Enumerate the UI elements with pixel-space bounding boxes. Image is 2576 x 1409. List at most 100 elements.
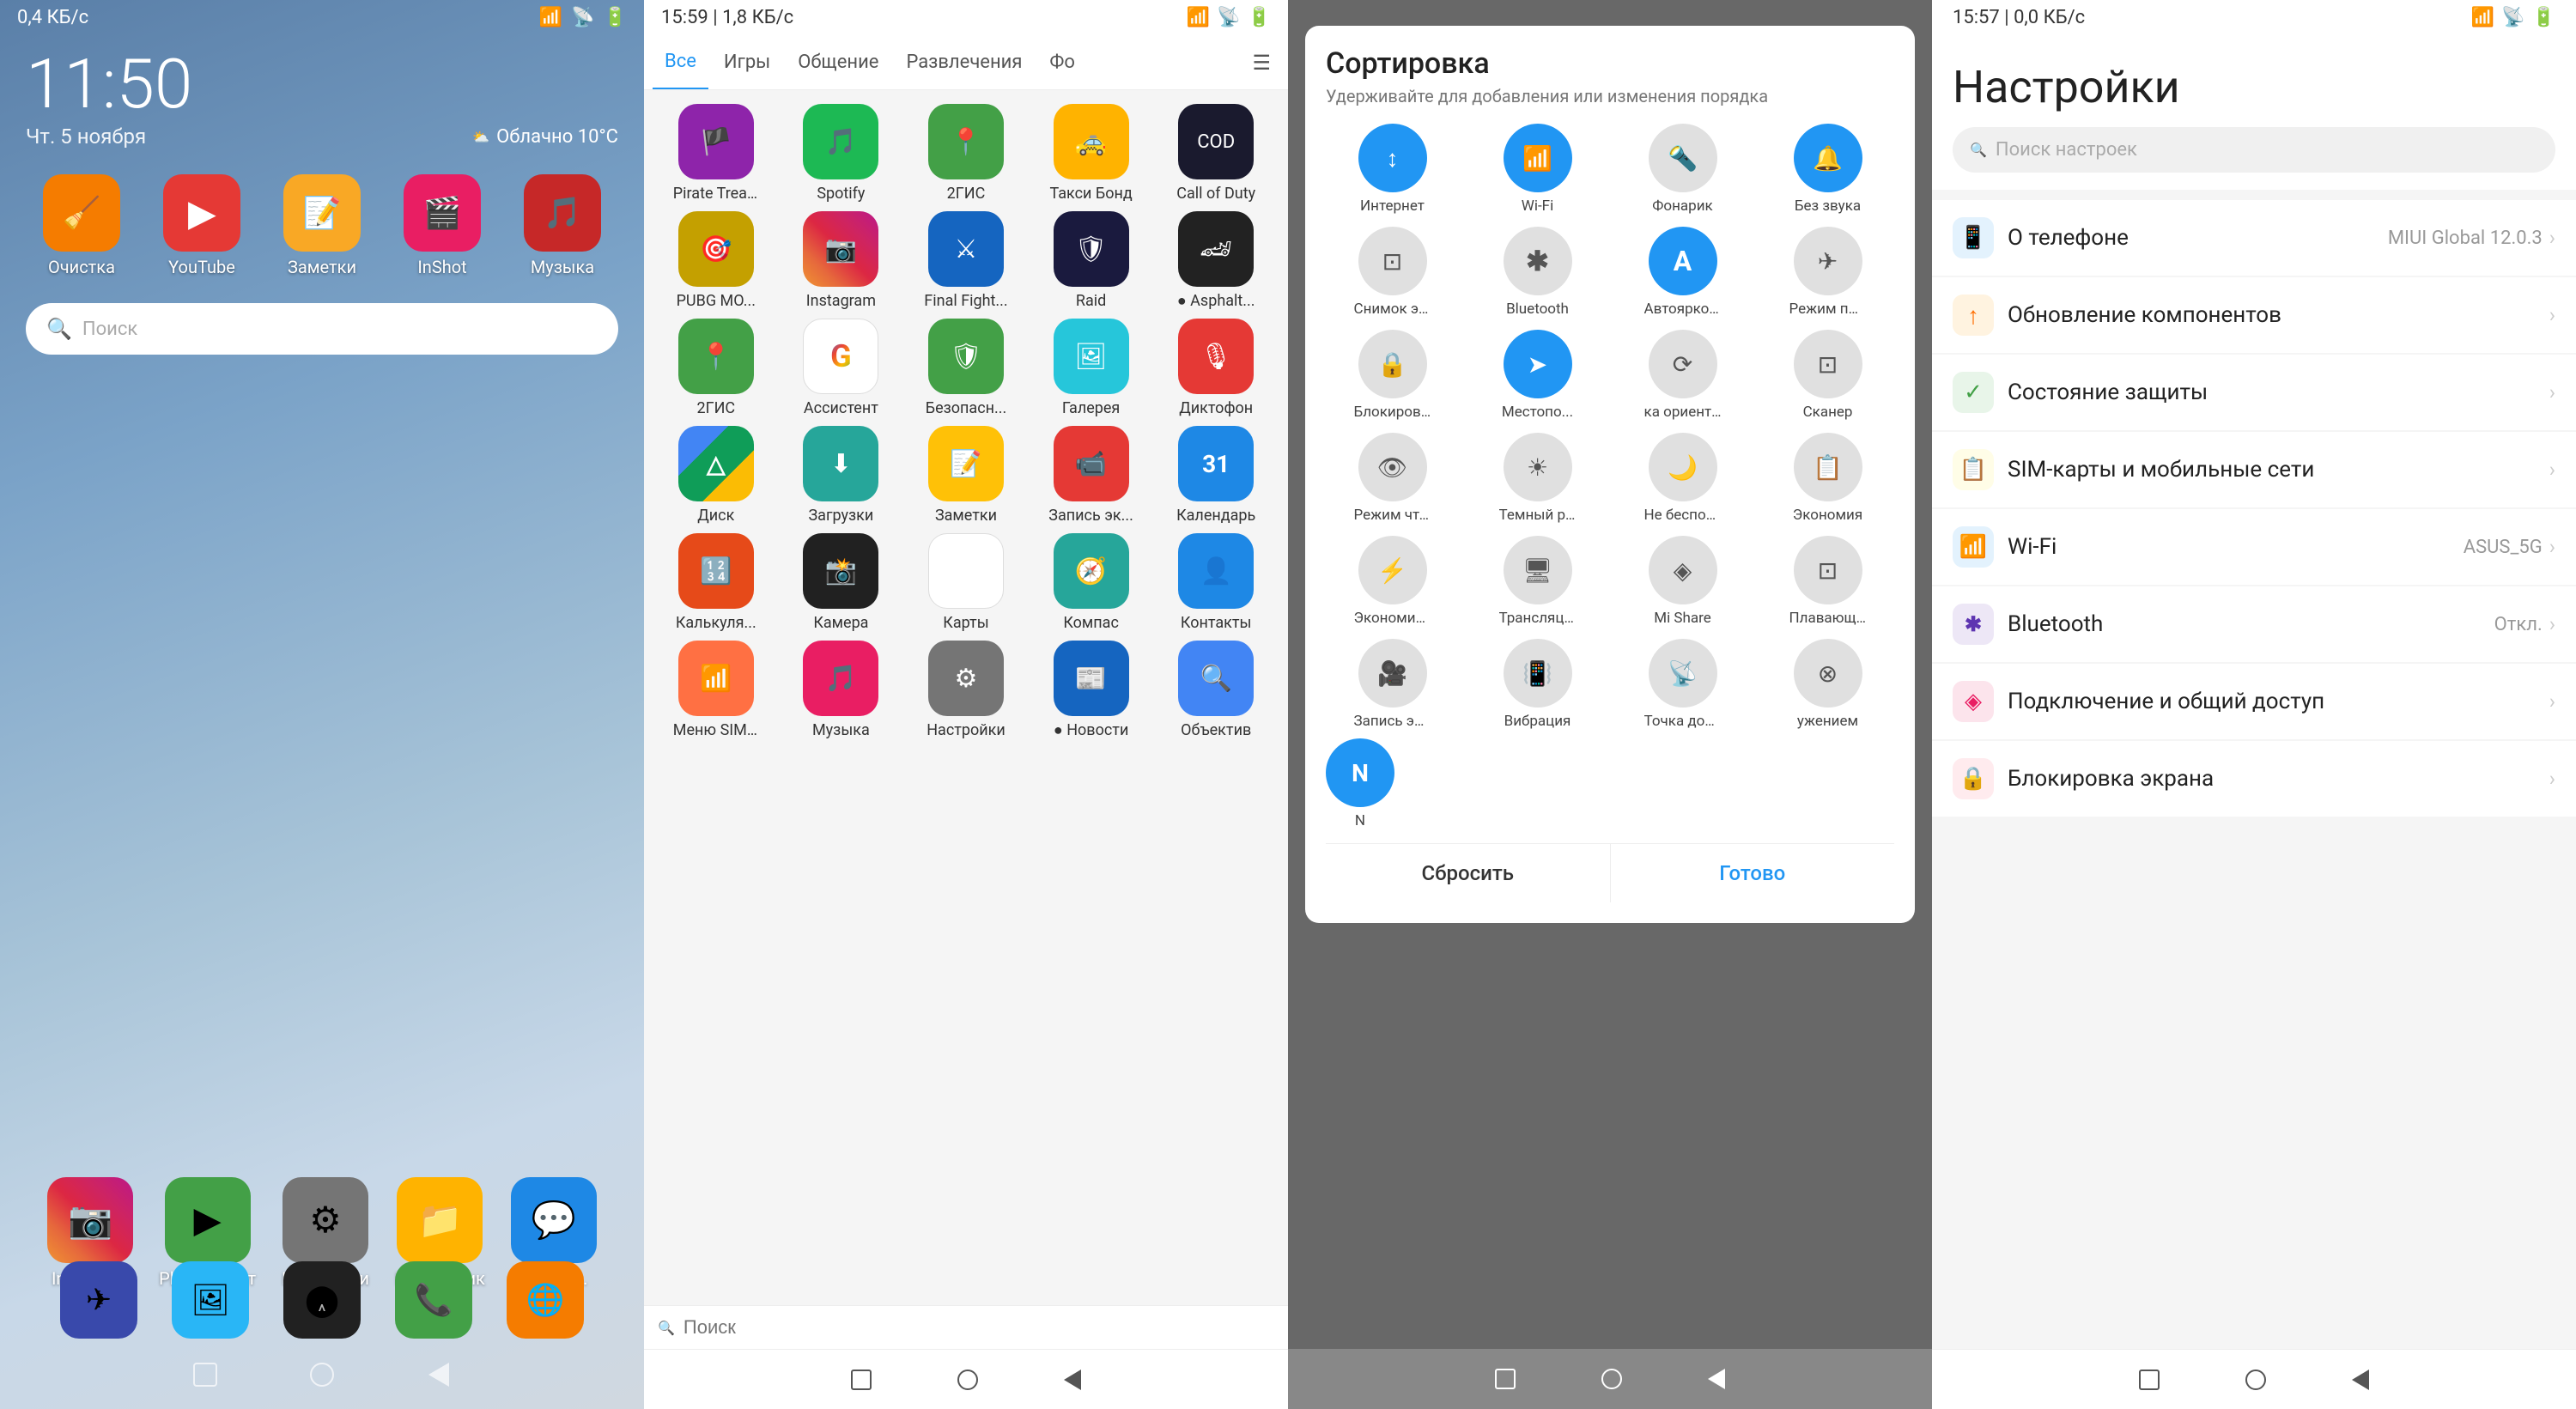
qs-nfc[interactable]: N N xyxy=(1326,738,1394,829)
qs-mute[interactable]: 🔔 Без звука xyxy=(1761,124,1894,215)
qs-internet[interactable]: ↕ Интернет xyxy=(1326,124,1459,215)
drawer-search[interactable]: 🔍 xyxy=(644,1305,1288,1349)
list-item[interactable]: △ Диск xyxy=(658,426,775,525)
tab-entertainment[interactable]: Развлечения xyxy=(894,36,1034,88)
list-item[interactable]: COD Call of Duty xyxy=(1157,104,1274,203)
list-item[interactable]: ⬇ Загрузки xyxy=(783,426,900,525)
list-item[interactable]: 🖼 Галерея xyxy=(1033,319,1150,417)
qs-reading[interactable]: 👁 Режим чтения xyxy=(1326,433,1459,524)
list-item[interactable]: 📷 Instagram xyxy=(783,211,900,310)
list-item[interactable]: 🎯 PUBG MO... xyxy=(658,211,775,310)
qs-dark[interactable]: ☀ Темный режим xyxy=(1471,433,1604,524)
list-item[interactable]: 🚕 Такси Бонд xyxy=(1033,104,1150,203)
qs-screenrec[interactable]: 🎥 Запись экрана xyxy=(1326,639,1459,730)
settings-item-lockscreen[interactable]: 🔒 Блокировка экрана › xyxy=(1932,741,2576,817)
app-cleaner[interactable]: 🧹 Очистка xyxy=(34,174,129,277)
qs-airplane[interactable]: ✈ Режим полета xyxy=(1761,227,1894,318)
list-item[interactable]: 🔍 Объектив xyxy=(1157,641,1274,739)
list-item[interactable]: 📝 Заметки xyxy=(908,426,1024,525)
chrome-app[interactable]: 🌐 xyxy=(507,1261,584,1339)
app-music[interactable]: 🎵 Музыка xyxy=(515,174,610,277)
qs-autobright[interactable]: A Автояркость xyxy=(1616,227,1749,318)
qs-location[interactable]: ➤ Местопо... xyxy=(1471,330,1604,421)
list-item[interactable]: 🔢 Калькуля... xyxy=(658,533,775,632)
tab-communication[interactable]: Общение xyxy=(786,36,890,88)
qs-rotation[interactable]: ⟳ ка ориентации xyxy=(1616,330,1749,421)
home-search-bar[interactable]: 🔍 Поиск xyxy=(26,303,618,355)
nav-back-settings[interactable] xyxy=(2352,1370,2369,1390)
phone-app[interactable]: 📞 xyxy=(395,1261,472,1339)
nav-back-sort[interactable] xyxy=(1708,1369,1725,1389)
tab-all[interactable]: Все xyxy=(653,35,708,89)
qs-float[interactable]: ⊡ Плавающ... xyxy=(1761,536,1894,627)
list-item[interactable]: 🛡 Безопасн... xyxy=(908,319,1024,417)
list-item[interactable]: 🛡 Raid xyxy=(1033,211,1150,310)
nav-circle-sort[interactable] xyxy=(1601,1369,1622,1389)
qs-cast[interactable]: 🖥 Трансляция xyxy=(1471,536,1604,627)
camera-app[interactable]: ⬤ xyxy=(283,1261,361,1339)
telegram-app[interactable]: ✈ xyxy=(60,1261,137,1339)
reset-button[interactable]: Сбросить xyxy=(1326,844,1610,902)
list-item[interactable]: 🎙 Диктофон xyxy=(1157,319,1274,417)
qs-vibrate[interactable]: 📳 Вибрация xyxy=(1471,639,1604,730)
list-item[interactable]: 📰 ● Новости xyxy=(1033,641,1150,739)
qs-screenshot[interactable]: ⊡ Снимок экрана xyxy=(1326,227,1459,318)
settings-item-bluetooth[interactable]: ✱ Bluetooth Откл. › xyxy=(1932,586,2576,662)
qs-powersave[interactable]: ⚡ Экономия эне... xyxy=(1326,536,1459,627)
nav-circle-settings[interactable] xyxy=(2245,1370,2266,1390)
nav-circle-home[interactable] xyxy=(307,1359,337,1390)
done-button[interactable]: Готово xyxy=(1611,844,1895,902)
settings-item-sim[interactable]: 📋 SIM-карты и мобильные сети › xyxy=(1932,432,2576,507)
app-youtube[interactable]: ▶ YouTube xyxy=(155,174,249,277)
list-item[interactable]: 🗺 Карты xyxy=(908,533,1024,632)
qs-flashlight[interactable]: 🔦 Фонарик xyxy=(1616,124,1749,215)
qs-restrict[interactable]: ⊗ ужением xyxy=(1761,639,1894,730)
nav-circle-drawer[interactable] xyxy=(957,1370,978,1390)
sim-label: SIM-карты и мобильные сети xyxy=(2008,457,2314,483)
list-item[interactable]: 31 Календарь xyxy=(1157,426,1274,525)
list-item[interactable]: ⚙ Настройки xyxy=(908,641,1024,739)
list-item[interactable]: 👤 Контакты xyxy=(1157,533,1274,632)
list-item[interactable]: G Ассистент xyxy=(783,319,900,417)
tab-more[interactable]: Фо xyxy=(1037,36,1087,88)
nav-square-sort[interactable] xyxy=(1495,1369,1516,1389)
qs-scanner[interactable]: ⊡ Сканер xyxy=(1761,330,1894,421)
calendar-label: Календарь xyxy=(1176,507,1255,525)
qs-lock[interactable]: 🔒 Блокировка xyxy=(1326,330,1459,421)
list-item[interactable]: 📍 2ГИС xyxy=(908,104,1024,203)
photos-app[interactable]: 🖼 xyxy=(172,1261,249,1339)
nav-square-home[interactable] xyxy=(190,1359,221,1390)
qs-mishare[interactable]: ◈ Mi Share xyxy=(1616,536,1749,627)
list-item[interactable]: 🏎 ● Asphalt... xyxy=(1157,211,1274,310)
settings-item-connection[interactable]: ◈ Подключение и общий доступ › xyxy=(1932,664,2576,739)
settings-item-about[interactable]: 📱 О телефоне MIUI Global 12.0.3 › xyxy=(1932,200,2576,276)
list-item[interactable]: 🏴 Pirate Trea... xyxy=(658,104,775,203)
list-item[interactable]: 📹 Запись эк... xyxy=(1033,426,1150,525)
tab-games[interactable]: Игры xyxy=(712,36,782,88)
qs-wifi[interactable]: 📶 Wi-Fi xyxy=(1471,124,1604,215)
settings-item-security[interactable]: ✓ Состояние защиты › xyxy=(1932,355,2576,430)
nav-square-drawer[interactable] xyxy=(851,1370,872,1390)
list-item[interactable]: 🎵 Spotify xyxy=(783,104,900,203)
settings-item-update[interactable]: ↑ Обновление компонентов › xyxy=(1932,277,2576,353)
nav-back-drawer[interactable] xyxy=(1064,1370,1081,1390)
list-item[interactable]: 🎵 Музыка xyxy=(783,641,900,739)
list-item[interactable]: 🧭 Компас xyxy=(1033,533,1150,632)
qs-hotspot[interactable]: 📡 Точка доступа xyxy=(1616,639,1749,730)
list-item[interactable]: 📶 Меню SIM... xyxy=(658,641,775,739)
drawer-menu-icon[interactable]: ☰ xyxy=(1243,42,1279,83)
app-inshot[interactable]: 🎬 InShot xyxy=(395,174,489,277)
drawer-search-input[interactable] xyxy=(683,1316,1274,1339)
signal-icon-drawer: 📶 xyxy=(1187,7,1210,28)
nav-back-home[interactable] xyxy=(423,1359,454,1390)
nav-square-settings[interactable] xyxy=(2139,1370,2160,1390)
qs-economy[interactable]: 📋 Экономия xyxy=(1761,433,1894,524)
settings-search-bar[interactable]: 🔍 Поиск настроек xyxy=(1953,127,2555,173)
list-item[interactable]: 📸 Камера xyxy=(783,533,900,632)
list-item[interactable]: 📍 2ГИС xyxy=(658,319,775,417)
qs-dnd[interactable]: 🌙 Не беспокоить xyxy=(1616,433,1749,524)
settings-item-wifi[interactable]: 📶 Wi-Fi ASUS_5G › xyxy=(1932,509,2576,585)
list-item[interactable]: ⚔ Final Fight... xyxy=(908,211,1024,310)
app-notes[interactable]: 📝 Заметки xyxy=(275,174,369,277)
qs-bluetooth[interactable]: ✱ Bluetooth xyxy=(1471,227,1604,318)
